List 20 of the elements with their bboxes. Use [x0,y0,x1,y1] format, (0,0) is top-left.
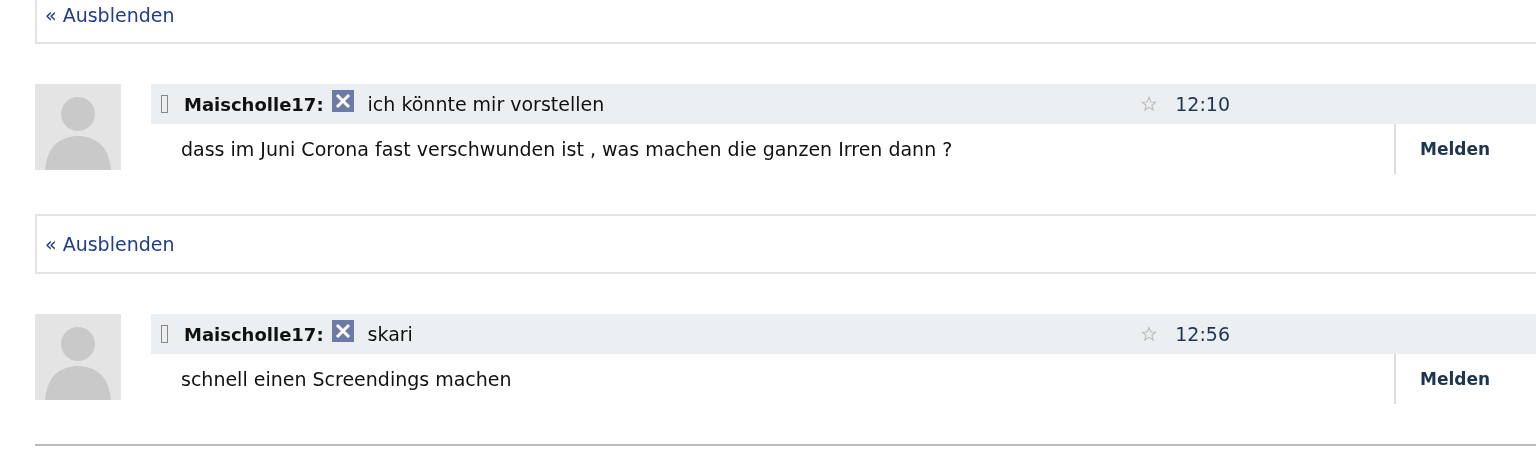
comment-time: 12:10 [1175,93,1230,115]
close-icon[interactable] [331,320,354,342]
close-icon[interactable] [331,90,354,112]
comment-time: 12:56 [1175,323,1230,345]
avatar-icon [35,314,121,400]
avatar-icon [35,84,121,170]
hide-link[interactable]: « Ausblenden [45,233,175,255]
hide-link[interactable]: « Ausblenden [45,4,175,26]
comment-text: dass im Juni Corona fast verschwunden ist , was machen die ganzen Irren dann ? [180,137,954,162]
star-icon[interactable] [1141,96,1158,112]
comment-text: schnell einen Screendings machen [180,367,513,392]
comment-title: ich könnte mir vorstellen [367,93,605,115]
placeholder-glyph-icon [161,325,168,343]
report-link[interactable]: Melden [1394,354,1536,404]
report-link[interactable]: Melden [1394,124,1536,174]
placeholder-glyph-icon [161,95,168,113]
comment-title: skari [367,323,413,345]
star-icon[interactable] [1141,326,1158,342]
author-name[interactable]: Maischolle17: [184,93,324,115]
author-name[interactable]: Maischolle17: [184,323,324,345]
